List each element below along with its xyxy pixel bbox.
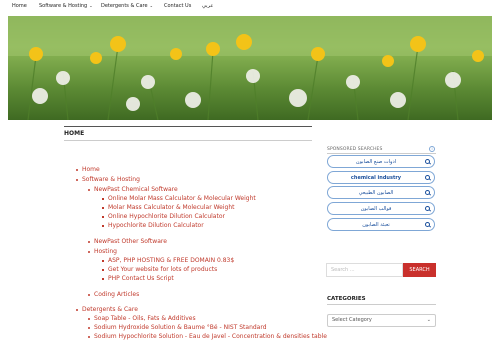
nav-label: Home: [12, 3, 27, 9]
categories-heading: CATEGORIES: [327, 296, 366, 302]
bullet-icon: [76, 168, 78, 171]
sponsored-search-item[interactable]: chemical industry: [327, 171, 435, 184]
sitemap-link[interactable]: Home: [82, 166, 100, 173]
category-select[interactable]: Select Category ⌄: [327, 314, 436, 327]
sitemap-item-hosting[interactable]: Hosting: [88, 248, 117, 255]
sitemap-item-chemical-software[interactable]: NewPast Chemical Software: [88, 186, 178, 193]
bullet-icon: [88, 326, 90, 329]
sponsored-search-item[interactable]: ادوات صنع الصابون: [327, 155, 435, 168]
sitemap-item-sodium-hypochlorite[interactable]: Sodium Hypochlorite Solution - Eau de Ja…: [88, 333, 327, 340]
categories-divider: [327, 304, 436, 305]
sponsored-search-item[interactable]: تعبئة الصابون: [327, 218, 435, 231]
sitemap-link[interactable]: Get Your website for lots of products: [108, 266, 217, 273]
sitemap-link[interactable]: Hypochlorite Dilution Calculator: [108, 222, 204, 229]
search-icon: [425, 190, 430, 195]
sitemap-item-hypochlorite[interactable]: Hypochlorite Dilution Calculator: [102, 222, 204, 229]
sitemap-link[interactable]: NewPast Other Software: [94, 238, 167, 245]
bullet-icon: [102, 268, 104, 271]
sponsored-search-item[interactable]: قوالب الصابون: [327, 202, 435, 215]
bullet-icon: [102, 277, 104, 280]
search-button[interactable]: SEARCH: [403, 263, 436, 277]
category-select-value: Select Category: [332, 317, 372, 323]
bullet-icon: [102, 259, 104, 262]
bullet-icon: [102, 224, 104, 227]
sitemap-item-molar-mass[interactable]: Molar Mass Calculator & Molecular Weight: [102, 204, 234, 211]
sitemap-item-php-contact[interactable]: PHP Contact Us Script: [102, 275, 174, 282]
sitemap-link[interactable]: NewPast Chemical Software: [94, 186, 178, 193]
search-icon: [425, 206, 430, 211]
sitemap-link[interactable]: Sodium Hydroxide Solution & Baume °Bé - …: [94, 324, 267, 331]
sitemap-link[interactable]: Hosting: [94, 248, 117, 255]
sponsored-search-label: chemical industry: [350, 175, 402, 181]
sitemap-item-detergents-care[interactable]: Detergents & Care: [76, 306, 138, 313]
hero-banner-image: [8, 16, 492, 120]
sponsored-search-item[interactable]: الصابون الطبيعي: [327, 186, 435, 199]
nav-label: Software & Hosting: [39, 3, 88, 9]
sponsored-search-label: تعبئة الصابون: [362, 222, 390, 228]
search-icon: [425, 222, 430, 227]
sitemap-link[interactable]: ASP, PHP HOSTING & FREE DOMAIN 0.83$: [108, 257, 234, 264]
nav-item-home[interactable]: Home: [12, 3, 27, 9]
sitemap-item-coding-articles[interactable]: Coding Articles: [88, 291, 139, 298]
bullet-icon: [76, 178, 78, 181]
sitemap-link[interactable]: Software & Hosting: [82, 176, 140, 183]
chevron-down-icon: ⌄: [426, 317, 431, 323]
sitemap-link[interactable]: Coding Articles: [94, 291, 139, 298]
sitemap-item-online-hypochlorite[interactable]: Online Hypochlorite Dilution Calculator: [102, 213, 225, 220]
sitemap-item-website-products[interactable]: Get Your website for lots of products: [102, 266, 217, 273]
nav-label: Contact Us: [164, 3, 192, 9]
sitemap-item-soap-table[interactable]: Soap Table - Oils, Fats & Additives: [88, 315, 196, 322]
sitemap-link[interactable]: Molar Mass Calculator & Molecular Weight: [108, 204, 234, 211]
nav-item-contact-us[interactable]: Contact Us: [164, 3, 191, 9]
nav-item-software-hosting[interactable]: Software & Hosting ⌄: [39, 3, 93, 9]
sponsored-search-label: قوالب الصابون: [360, 206, 392, 212]
search-icon: [425, 159, 430, 164]
bullet-icon: [102, 197, 104, 200]
chevron-down-icon: ⌄: [149, 3, 153, 8]
bullet-icon: [102, 215, 104, 218]
sitemap-link[interactable]: Soap Table - Oils, Fats & Additives: [94, 315, 196, 322]
nav-item-detergents-care[interactable]: Detergents & Care ⌄: [101, 3, 153, 9]
bullet-icon: [88, 250, 90, 253]
search-icon: [425, 175, 430, 180]
sitemap-link[interactable]: Online Hypochlorite Dilution Calculator: [108, 213, 225, 220]
sitemap-link[interactable]: Online Molar Mass Calculator & Molecular…: [108, 195, 256, 202]
nav-label: Detergents & Care: [101, 3, 148, 9]
sponsored-searches-label: SPONSORED SEARCHES: [327, 147, 383, 152]
sitemap-link[interactable]: Detergents & Care: [82, 306, 138, 313]
sponsored-search-label: الصابون الطبيعي: [358, 190, 394, 196]
search-input[interactable]: Search ...: [326, 263, 403, 277]
page-title-divider: [64, 140, 312, 141]
chevron-down-icon: ⌄: [89, 3, 93, 8]
dandelion-field-illustration: [8, 16, 492, 120]
bullet-icon: [88, 188, 90, 191]
sitemap-link[interactable]: PHP Contact Us Script: [108, 275, 174, 282]
nav-label: عربي: [202, 3, 214, 9]
sponsored-search-label: ادوات صنع الصابون: [355, 159, 397, 165]
nav-item-arabic[interactable]: عربي: [202, 3, 213, 9]
bullet-icon: [88, 335, 90, 338]
sitemap-item-sodium-hydroxide[interactable]: Sodium Hydroxide Solution & Baume °Bé - …: [88, 324, 267, 331]
sponsored-divider: [327, 153, 436, 154]
sitemap-item-software-hosting[interactable]: Software & Hosting: [76, 176, 140, 183]
bullet-icon: [88, 293, 90, 296]
sitemap-link[interactable]: Sodium Hypochlorite Solution - Eau de Ja…: [94, 333, 327, 340]
bullet-icon: [88, 317, 90, 320]
bullet-icon: [88, 240, 90, 243]
sitemap-item-other-software[interactable]: NewPast Other Software: [88, 238, 167, 245]
top-navigation: Home Software & Hosting ⌄ Detergents & Ca…: [0, 0, 500, 13]
sitemap-item-online-molar-mass[interactable]: Online Molar Mass Calculator & Molecular…: [102, 195, 256, 202]
bullet-icon: [102, 206, 104, 209]
bullet-icon: [76, 308, 78, 311]
sitemap-item-home[interactable]: Home: [76, 166, 100, 173]
page-title: HOME: [64, 130, 85, 137]
sitemap-item-asp-php-hosting[interactable]: ASP, PHP HOSTING & FREE DOMAIN 0.83$: [102, 257, 234, 264]
info-icon[interactable]: i: [429, 146, 435, 152]
page-title-top-rule: [64, 126, 312, 127]
